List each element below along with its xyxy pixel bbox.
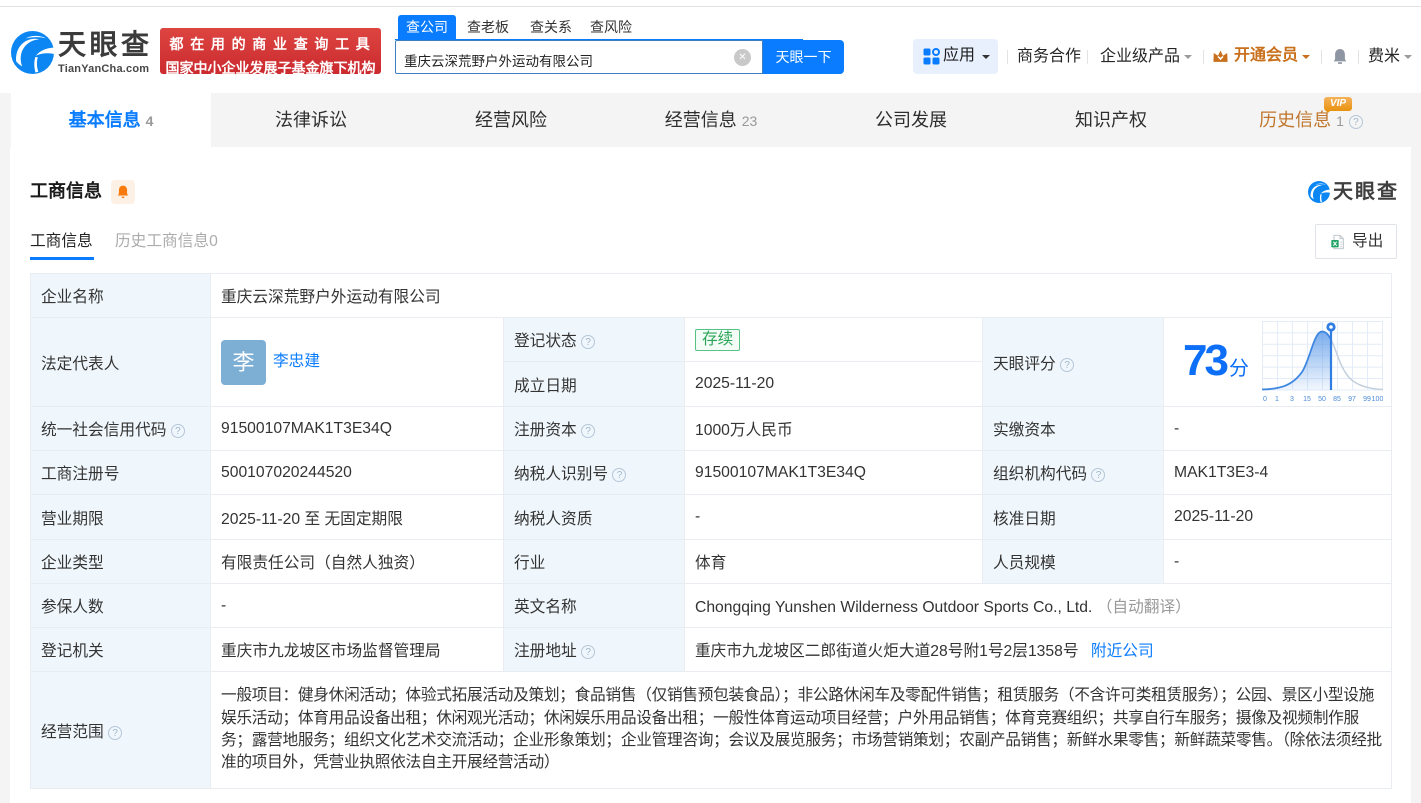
svg-text:99: 99 xyxy=(1363,396,1371,403)
svg-text:50: 50 xyxy=(1318,396,1326,403)
svg-text:3: 3 xyxy=(1290,396,1294,403)
svg-text:85: 85 xyxy=(1333,396,1341,403)
svg-text:15: 15 xyxy=(1303,396,1311,403)
svg-text:0: 0 xyxy=(1263,396,1267,403)
svg-text:100: 100 xyxy=(1372,396,1383,403)
svg-text:1: 1 xyxy=(1275,396,1279,403)
svg-text:97: 97 xyxy=(1348,396,1356,403)
